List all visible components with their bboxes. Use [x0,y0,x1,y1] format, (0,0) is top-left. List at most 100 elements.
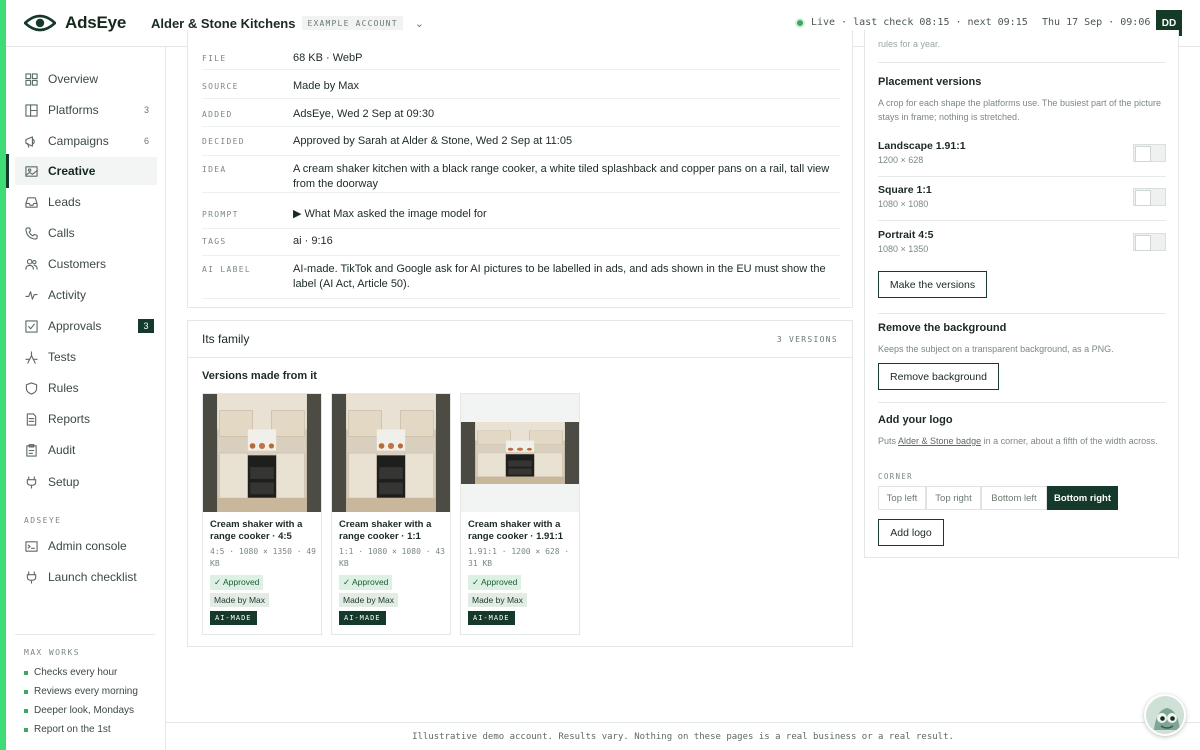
kitchen-photo [203,394,321,512]
max-assistant-avatar[interactable] [1144,694,1186,736]
sidebar-item-label: Tests [48,350,77,364]
family-title: Its family [202,332,250,346]
file-icon [26,412,36,426]
version-card[interactable]: Cream shaker with a range cooker · 4:5 4:… [202,393,322,635]
image-icon [24,165,38,177]
sidebar-item-setup[interactable]: Setup [15,468,157,496]
approved-badge: ✓ Approved [468,575,522,590]
corner-option-bottom-right[interactable]: Bottom right [1047,486,1118,510]
detail-value: AI-made. TikTok and Google ask for AI pi… [293,263,826,290]
bullet-icon [24,708,28,713]
detail-value: AdsEye, Wed 2 Sep at 09:30 [293,108,435,120]
sidebar-item-label: Launch checklist [48,570,137,584]
sidebar-item-platforms[interactable]: Platforms 3 [15,96,157,124]
image-icon-wrap [24,164,38,178]
sidebar-item-label: Overview [48,72,99,86]
sidebar-item-calls[interactable]: Calls [15,219,157,247]
live-dot-icon [795,17,805,28]
sidebar-item-customers[interactable]: Customers [15,250,157,278]
sidebar-item-audit[interactable]: Audit [15,436,157,464]
chevron-down-icon[interactable]: ⌄ [415,17,424,30]
corner-option-top-left[interactable]: Top left [878,486,926,510]
add-logo-button[interactable]: Add logo [878,519,944,546]
bullet-icon [24,727,28,732]
version-card[interactable]: Cream shaker with a range cooker · 1.91:… [460,393,580,635]
detail-key: DECIDED [202,137,245,146]
pulse-icon-wrap [24,288,38,302]
remove-background-button[interactable]: Remove background [878,363,999,390]
placement-toggle[interactable] [1133,144,1166,162]
sidebar-item-label: Campaigns [48,134,109,148]
logo-badge-link[interactable]: Alder & Stone badge [898,436,981,446]
logo-desc-post: in a corner, about a fifth of the width … [981,436,1158,446]
sidebar-item-creative[interactable]: Creative [6,154,157,188]
eye-logo-icon [24,14,56,32]
sidebar-item-admin-console[interactable]: Admin console [15,532,157,560]
corner-option-top-right[interactable]: Top right [926,486,981,510]
pulse-icon [24,290,38,300]
detail-value: 68 KB · WebP [293,52,363,64]
plug-icon-wrap [24,475,38,489]
placement-toggle[interactable] [1133,233,1166,251]
sidebar-item-overview[interactable]: Overview [15,65,157,93]
footer-disclaimer: Illustrative demo account. Results vary.… [166,722,1200,750]
checkbox-icon-wrap [24,319,38,333]
version-meta: 1:1 · 1080 × 1080 · 43 KB [339,547,445,568]
sidebar-item-label: Activity [48,288,87,302]
sidebar-item-reports[interactable]: Reports [15,405,157,433]
creative-actions-panel: rules for a year. Placement versions A c… [864,30,1179,558]
detail-key: IDEA [202,165,227,174]
version-card[interactable]: Cream shaker with a range cooker · 1:1 1:… [331,393,451,635]
sidebar-item-launch-checklist[interactable]: Launch checklist [15,563,157,591]
account-switcher[interactable]: Alder & Stone Kitchens EXAMPLE ACCOUNT ⌄ [151,15,424,31]
current-date: Thu 17 Sep · 09:06 [1042,17,1151,28]
detail-row-ai-label: AI LABEL AI-made. TikTok and Google ask f… [202,258,840,299]
plug-icon-wrap [24,570,38,584]
sidebar-item-campaigns[interactable]: Campaigns 6 [15,127,157,155]
split-icon-wrap [24,350,38,364]
sidebar-item-rules[interactable]: Rules [15,374,157,402]
bullet-icon [24,670,28,675]
brand-logo[interactable]: AdsEye [6,13,146,33]
logo-desc: Puts Alder & Stone badge in a corner, ab… [878,435,1168,449]
logo-desc-pre: Puts [878,436,899,446]
live-status-text: Live · last check 08:15 · next 09:15 [811,17,1028,28]
max-works-text: Deeper look, Mondays [34,705,135,716]
sidebar-item-tests[interactable]: Tests [15,343,157,371]
placement-name: Square 1:1 [878,184,932,196]
phone-icon [24,226,38,240]
detail-key: TAGS [202,237,227,246]
phone-icon-wrap [24,226,38,240]
max-works-text: Report on the 1st [34,724,111,735]
placement-name: Portrait 4:5 [878,229,934,241]
sidebar-item-approvals[interactable]: Approvals 3 [15,312,157,340]
app-root: AdsEye Alder & Stone Kitchens EXAMPLE AC… [0,0,1200,750]
placement-toggle[interactable] [1133,188,1166,206]
make-versions-button[interactable]: Make the versions [878,271,987,298]
version-title: Cream shaker with a range cooker · 1:1 [339,519,432,542]
account-name: Alder & Stone Kitchens [151,15,296,31]
detail-row-prompt[interactable]: PROMPT ▶ What Max asked the image model f… [202,203,840,229]
shield-icon-wrap [24,381,38,395]
max-works-item: Deeper look, Mondays [24,705,134,716]
sidebar-item-label: Audit [48,443,76,457]
plug-icon [26,570,36,584]
family-card: Its family 3 VERSIONS Versions made from… [187,320,853,647]
sidebar-item-activity[interactable]: Activity [15,281,157,309]
max-works-label: MAX WORKS [24,648,80,657]
detail-key: AI LABEL [202,265,251,274]
family-header: Its family 3 VERSIONS [188,321,852,358]
corner-option-bottom-left[interactable]: Bottom left [981,486,1047,510]
detail-row-source: SOURCE Made by Max [202,75,840,99]
inbox-icon [24,196,38,208]
shield-icon [25,381,37,395]
creative-details-card: FILE 68 KB · WebP SOURCE Made by Max ADDED Ad… [187,30,853,308]
sidebar-divider [15,634,155,635]
kitchen-photo [332,394,450,512]
split-icon [24,350,38,364]
sidebar-item-leads[interactable]: Leads [15,188,157,216]
detail-value: Made by Max [293,80,360,92]
version-thumbnail [461,394,579,512]
ai-made-badge: AI-MADE [468,611,515,625]
bullet-icon [24,689,28,694]
